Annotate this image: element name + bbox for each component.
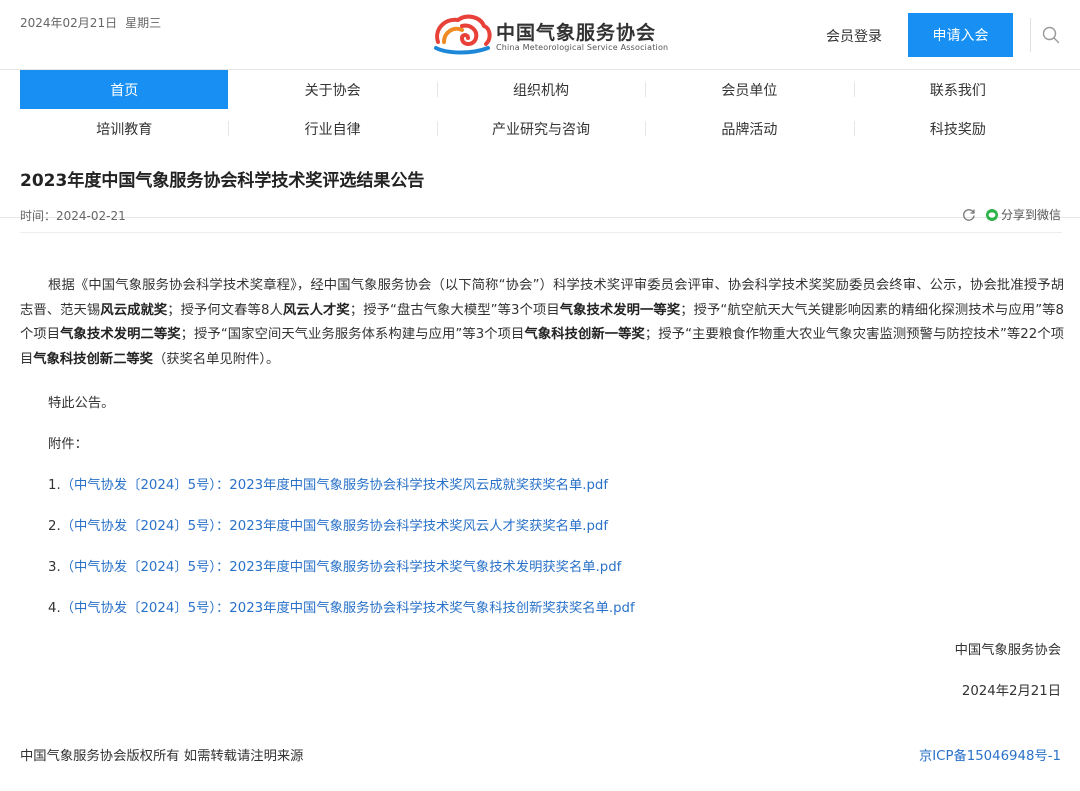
footer-icp-link[interactable]: 京ICP备15046948号-1: [919, 745, 1061, 764]
attachment-link[interactable]: （中气协发〔2024〕5号）：2023年度中国气象服务协会科学技术奖气象技术发明…: [61, 560, 622, 575]
article-title: 2023年度中国气象服务协会科学技术奖评选结果公告: [20, 171, 425, 191]
member-login-link[interactable]: 会员登录: [826, 26, 882, 46]
attachment-number: 3.: [48, 560, 61, 575]
attachment-number: 1.: [48, 478, 61, 493]
paragraph-text: （获奖名单见附件）。: [152, 352, 280, 368]
meta-divider: [20, 232, 1062, 233]
attachments-label: 附件：: [48, 437, 88, 452]
nav-item-members[interactable]: 会员单位: [645, 70, 853, 109]
time-value: 2024-02-21: [56, 209, 126, 223]
award-name: 风云成就奖: [100, 302, 168, 318]
attachment-number: 2.: [48, 519, 61, 534]
award-name: 气象科技创新一等奖: [524, 327, 645, 343]
attachment-item: 4.（中气协发〔2024〕5号）：2023年度中国气象服务协会科学技术奖气象科技…: [48, 597, 635, 616]
attachment-link[interactable]: （中气协发〔2024〕5号）：2023年度中国气象服务协会科学技术奖风云人才奖获…: [61, 519, 608, 534]
article-paragraph: 根据《中国气象服务协会科学技术奖章程》，经中国气象服务协会（以下简称“协会”）科…: [20, 274, 1064, 373]
header-divider: [1030, 18, 1031, 52]
refresh-icon[interactable]: [962, 208, 976, 222]
nav-item-training[interactable]: 培训教育: [20, 109, 228, 148]
notice-text: 特此公告。: [48, 396, 115, 411]
nav-item-organization[interactable]: 组织机构: [436, 70, 645, 109]
main-nav: 首页 关于协会 组织机构 会员单位 联系我们 培训教育 行业自律 产业研究与咨询…: [0, 70, 1080, 218]
time-label: 时间：: [20, 209, 57, 223]
site-header: 2024年02月21日 星期三 中国气象服务协会 China Meteorolog…: [0, 0, 1080, 70]
nav-divider: [0, 217, 1080, 218]
attachment-link[interactable]: （中气协发〔2024〕5号）：2023年度中国气象服务协会科学技术奖风云成就奖获…: [61, 478, 608, 493]
article-time: 时间：2024-02-21: [20, 207, 126, 224]
apply-membership-button[interactable]: 申请入会: [908, 13, 1013, 57]
paragraph-text: ；授予“国家空间天气业务服务体系构建与应用”等3个项目: [180, 327, 525, 343]
wechat-icon: [985, 208, 998, 221]
award-name: 气象技术发明二等奖: [60, 327, 181, 343]
paragraph-text: ；授予何文春等8人: [167, 302, 283, 318]
current-date: 2024年02月21日 星期三: [20, 14, 161, 31]
weekday-text: 星期三: [125, 16, 162, 30]
award-name: 气象科技创新二等奖: [33, 352, 153, 368]
nav-item-home[interactable]: 首页: [20, 70, 229, 109]
signature-date: 2024年2月21日: [961, 684, 1061, 699]
nav-item-research[interactable]: 产业研究与咨询: [436, 109, 645, 148]
attachment-item: 3.（中气协发〔2024〕5号）：2023年度中国气象服务协会科学技术奖气象技术…: [48, 556, 621, 575]
award-name: 风云人才奖: [282, 302, 350, 318]
nav-item-self-discipline[interactable]: 行业自律: [228, 109, 436, 148]
share-wechat-link[interactable]: 分享到微信: [1001, 206, 1061, 223]
logo-subtitle: China Meteorological Service Association: [496, 43, 669, 52]
nav-item-awards[interactable]: 科技奖励: [853, 109, 1062, 148]
nav-row-2: 培训教育 行业自律 产业研究与咨询 品牌活动 科技奖励: [20, 109, 1062, 148]
nav-item-about[interactable]: 关于协会: [228, 70, 436, 109]
attachment-item: 1.（中气协发〔2024〕5号）：2023年度中国气象服务协会科学技术奖风云成就…: [48, 474, 608, 493]
share-bar: 分享到微信: [962, 206, 1061, 223]
attachment-item: 2.（中气协发〔2024〕5号）：2023年度中国气象服务协会科学技术奖风云人才…: [48, 515, 608, 534]
footer-copyright: 中国气象服务协会版权所有 如需转载请注明来源: [20, 749, 304, 764]
logo-title: 中国气象服务协会: [496, 22, 657, 44]
signature-org: 中国气象服务协会: [954, 643, 1061, 658]
nav-item-brand[interactable]: 品牌活动: [645, 109, 853, 148]
site-logo[interactable]: 中国气象服务协会 China Meteorological Service As…: [432, 12, 668, 58]
date-text: 2024年02月21日: [20, 16, 118, 30]
cma-logo-icon: [434, 14, 492, 55]
search-icon[interactable]: [1042, 26, 1060, 44]
paragraph-text: ；授予“盘古气象大模型”等3个项目: [349, 302, 560, 318]
attachment-number: 4.: [48, 601, 61, 616]
nav-row-1: 首页 关于协会 组织机构 会员单位 联系我们: [20, 70, 1062, 109]
award-name: 气象技术发明一等奖: [559, 302, 681, 318]
attachment-link[interactable]: （中气协发〔2024〕5号）：2023年度中国气象服务协会科学技术奖气象科技创新…: [61, 601, 635, 616]
nav-item-contact[interactable]: 联系我们: [853, 70, 1062, 109]
